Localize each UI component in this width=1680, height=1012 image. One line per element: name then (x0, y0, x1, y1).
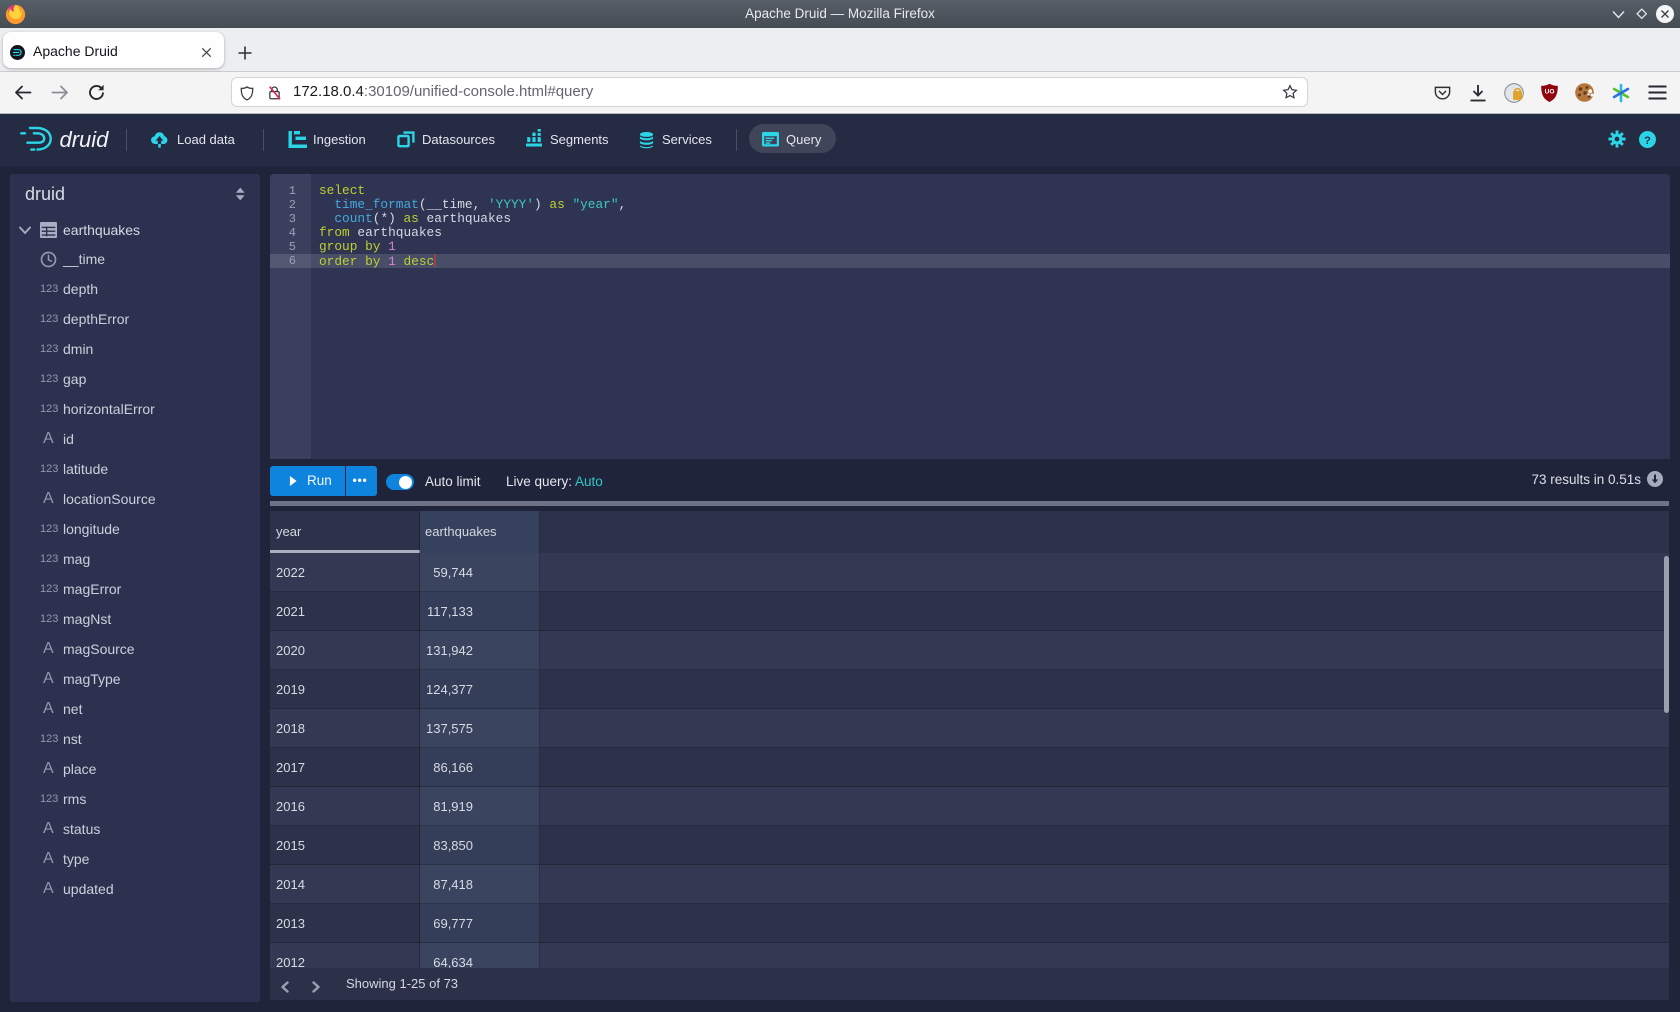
svg-text:UO: UO (1545, 88, 1555, 95)
svg-text:druid: druid (60, 127, 110, 152)
svg-text:?: ? (1644, 135, 1651, 147)
